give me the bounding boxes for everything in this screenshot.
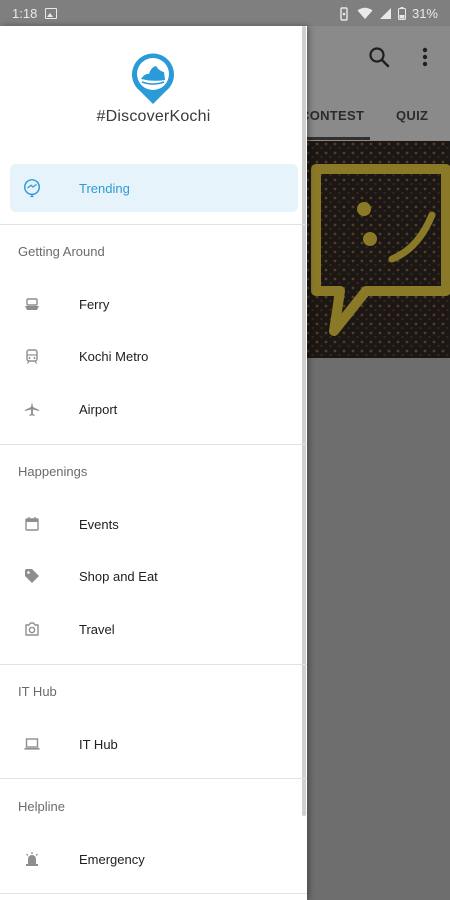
nav-item-airport[interactable]: Airport: [0, 383, 307, 435]
nav-item-kochi-metro[interactable]: Kochi Metro: [0, 330, 307, 382]
nav-item-label: Travel: [79, 621, 115, 637]
nav-item-events[interactable]: Events: [0, 498, 307, 550]
nav-item-shop-and-eat[interactable]: Shop and Eat: [0, 550, 307, 602]
nav-item-emergency[interactable]: Emergency: [0, 833, 307, 885]
camera-icon: [22, 619, 42, 639]
nav-item-label: Emergency: [79, 851, 145, 867]
calendar-icon: [22, 514, 42, 534]
nav-item-label: Airport: [79, 401, 118, 417]
tab-contest[interactable]: CONTEST: [300, 108, 364, 123]
nav-item-label: Kochi Metro: [79, 348, 149, 364]
nav-item-label: Trending: [79, 180, 130, 196]
status-bar: 1:18 31%: [0, 0, 450, 26]
wifi-icon: [357, 7, 373, 19]
tag-icon: [22, 566, 42, 586]
nav-item-label: Shop and Eat: [79, 568, 158, 584]
nav-item-ferry[interactable]: Ferry: [0, 278, 307, 330]
nav-item-label: Events: [79, 516, 119, 532]
metro-icon: [22, 346, 42, 366]
nav-item-label: IT Hub: [79, 736, 118, 752]
status-time: 1:18: [12, 6, 38, 21]
nav-item-trending[interactable]: Trending: [10, 164, 298, 212]
tab-quiz[interactable]: QUIZ: [396, 108, 428, 123]
navigation-drawer: #DiscoverKochi Trending Getting Around F…: [0, 26, 307, 900]
nav-item-it-hub[interactable]: IT Hub: [0, 718, 307, 770]
nav-item-label: Ferry: [79, 296, 110, 312]
app-logo-pin-icon: [132, 53, 174, 104]
banner-artwork: [306, 141, 450, 358]
search-icon[interactable]: [368, 46, 390, 68]
divider: [0, 664, 307, 665]
divider: [0, 778, 307, 779]
battery-percent: 31%: [411, 6, 438, 21]
vibrate-icon: [340, 6, 348, 21]
airplane-icon: [22, 399, 42, 419]
nav-item-travel[interactable]: Travel: [0, 603, 307, 655]
image-notification-icon: [45, 8, 58, 19]
alarm-icon: [22, 849, 42, 869]
laptop-icon: [22, 734, 42, 754]
section-title-it-hub: IT Hub: [18, 684, 57, 699]
section-title-getting-around: Getting Around: [18, 244, 105, 259]
divider: [0, 893, 307, 894]
app-title: #DiscoverKochi: [96, 108, 211, 125]
more-options-icon[interactable]: [420, 46, 430, 68]
tab-indicator: [300, 137, 370, 140]
divider: [0, 444, 307, 445]
section-title-helpline: Helpline: [18, 799, 65, 814]
divider: [0, 224, 307, 225]
drawer-header: #DiscoverKochi: [0, 26, 307, 161]
signal-icon: [379, 8, 391, 19]
ferry-icon: [22, 294, 42, 314]
banner-image[interactable]: [306, 141, 450, 358]
trending-icon: [22, 178, 42, 198]
battery-icon: [397, 7, 406, 20]
section-title-happenings: Happenings: [18, 464, 88, 479]
